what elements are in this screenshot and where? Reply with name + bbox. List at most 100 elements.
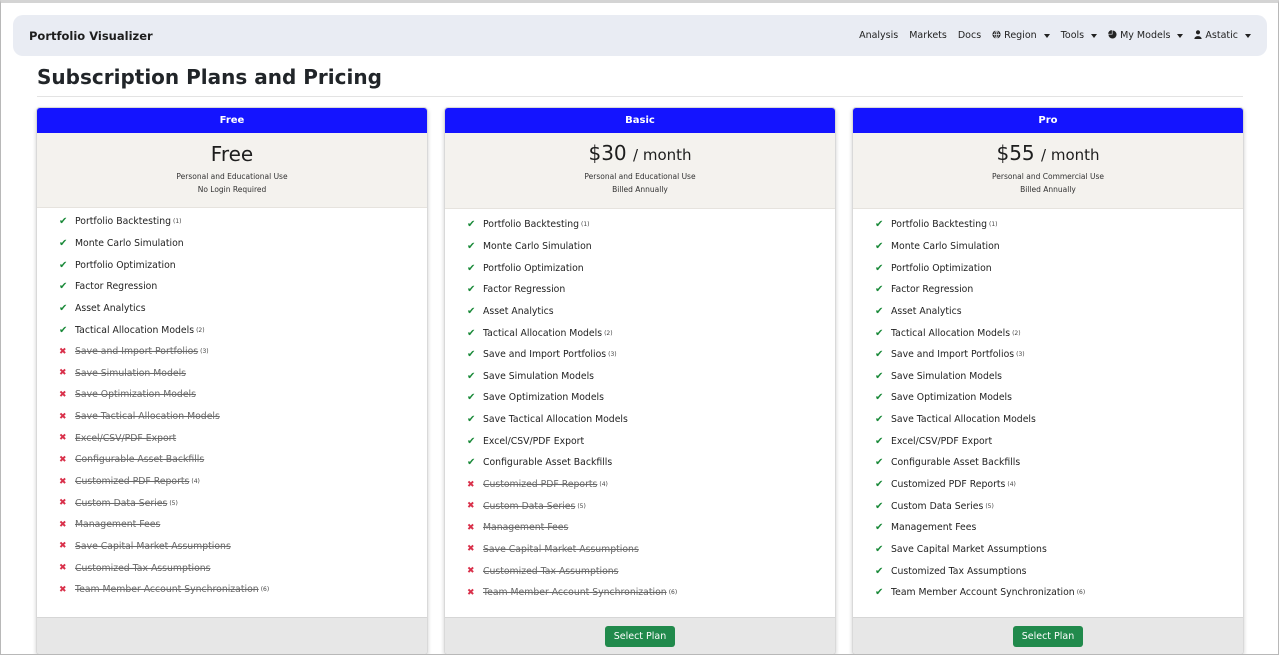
plan-price-box: $30 / month Personal and Educational Use…	[445, 133, 835, 209]
top-navbar: Portfolio Visualizer Analysis Markets Do…	[13, 15, 1267, 56]
feature-label: Customized Tax Assumptions	[75, 562, 211, 574]
feature-label: Excel/CSV/PDF Export	[75, 432, 177, 444]
globe-icon	[992, 29, 1001, 42]
feature-item: ✔ Save Optimization Models	[875, 387, 1243, 409]
feature-item: ✔ Save Simulation Models	[467, 365, 835, 387]
feature-item: ✖ Team Member Account Synchronization (6)	[59, 579, 427, 601]
check-icon: ✔	[875, 479, 884, 490]
feature-item: ✖ Customized PDF Reports (4)	[59, 471, 427, 493]
check-icon: ✔	[467, 392, 476, 404]
brand-link[interactable]: Portfolio Visualizer	[29, 29, 153, 43]
check-icon: ✔	[875, 219, 884, 231]
feature-item: ✔ Portfolio Backtesting (1)	[875, 214, 1243, 236]
plan-usage: Personal and Educational Use	[584, 172, 696, 181]
feature-label: Customized PDF Reports	[483, 479, 598, 490]
plan-price: $30 / month	[445, 143, 835, 163]
footnote-marker: (4)	[599, 481, 608, 488]
check-icon: ✔	[59, 281, 68, 293]
feature-label: Factor Regression	[891, 284, 974, 296]
x-icon: ✖	[467, 587, 475, 598]
nav-analysis[interactable]: Analysis	[859, 30, 898, 41]
x-icon: ✖	[467, 501, 475, 512]
feature-label: Portfolio Optimization	[891, 262, 992, 274]
feature-item: ✔ Asset Analytics	[875, 301, 1243, 323]
nav-label: Docs	[957, 30, 982, 41]
x-icon: ✖	[59, 541, 67, 552]
price-period: / month	[1041, 146, 1100, 164]
feature-label: Custom Data Series	[483, 500, 576, 512]
feature-item: ✔ Customized PDF Reports (4)	[875, 474, 1243, 496]
check-icon: ✔	[875, 262, 884, 274]
plan-name: Pro	[853, 108, 1243, 133]
feature-item: ✔ Save Simulation Models	[875, 365, 1243, 387]
feature-list: ✔ Portfolio Backtesting (1) ✔ Monte Carlo Si…	[853, 209, 1243, 604]
feature-item: ✔ Asset Analytics	[467, 301, 835, 323]
feature-list: ✔ Portfolio Backtesting (1) ✔ Monte Carlo Si…	[445, 209, 835, 604]
feature-item: ✖ Save Capital Market Assumptions	[467, 539, 835, 561]
check-icon: ✔	[467, 327, 476, 339]
check-icon: ✔	[875, 522, 884, 534]
check-icon: ✔	[875, 500, 884, 512]
title-divider	[37, 96, 1243, 97]
chevron-down-icon	[1043, 33, 1050, 38]
nav-tools-dropdown[interactable]: Tools	[1060, 30, 1098, 41]
select-plan-basic-button[interactable]: Select Plan	[604, 625, 676, 647]
feature-item: ✖ Configurable Asset Backfills	[59, 449, 427, 471]
feature-item: ✔ Portfolio Backtesting (1)	[59, 211, 427, 233]
feature-label: Management Fees	[891, 522, 977, 534]
nav-label: Tools	[1060, 30, 1085, 41]
pricing-plans: Free Free Personal and Educational Use N…	[36, 107, 1244, 654]
feature-label: Asset Analytics	[891, 305, 962, 317]
footnote-marker: (6)	[1076, 589, 1086, 597]
x-icon: ✖	[59, 519, 67, 530]
check-icon: ✔	[467, 262, 476, 274]
nav-label: Region	[1004, 30, 1037, 41]
x-icon: ✖	[59, 498, 67, 509]
nav-user-dropdown[interactable]: Astatic	[1194, 29, 1251, 42]
check-icon: ✔	[59, 324, 68, 336]
check-icon: ✔	[467, 457, 476, 469]
check-icon: ✔	[467, 305, 476, 317]
feature-item: ✖ Custom Data Series (5)	[59, 492, 427, 514]
feature-item: ✔ Tactical Allocation Models (2)	[467, 322, 835, 344]
check-icon: ✔	[875, 392, 884, 404]
feature-label: Factor Regression	[483, 284, 566, 296]
feature-item: ✖ Customized PDF Reports (4)	[467, 474, 835, 496]
footnote-marker: (3)	[200, 348, 209, 356]
nav-my-models-dropdown[interactable]: My Models	[1108, 29, 1184, 42]
plan-price: $55 / month	[853, 143, 1243, 163]
nav-label: My Models	[1120, 30, 1171, 41]
price-value: $30	[588, 141, 627, 165]
feature-item: ✔ Save and Import Portfolios (3)	[467, 344, 835, 366]
browser-frame: Portfolio Visualizer Analysis Markets Do…	[0, 0, 1279, 655]
nav-docs[interactable]: Docs	[958, 30, 981, 41]
check-icon: ✔	[59, 302, 68, 314]
feature-item: ✔ Monte Carlo Simulation	[59, 233, 427, 255]
check-icon: ✔	[875, 414, 884, 426]
check-icon: ✔	[59, 216, 68, 228]
chevron-down-icon	[1091, 33, 1098, 38]
nav-menu: Analysis Markets Docs Region Tools My Mo…	[859, 29, 1251, 42]
plan-price: Free	[37, 144, 427, 164]
feature-item: ✔ Tactical Allocation Models (2)	[875, 322, 1243, 344]
feature-item: ✔ Team Member Account Synchronization (6)	[875, 582, 1243, 604]
check-icon: ✔	[467, 349, 476, 361]
feature-item: ✔ Save and Import Portfolios (3)	[875, 344, 1243, 366]
feature-label: Save Capital Market Assumptions	[483, 543, 639, 555]
nav-markets[interactable]: Markets	[909, 30, 947, 41]
feature-label: Portfolio Optimization	[75, 259, 176, 271]
x-icon: ✖	[467, 566, 475, 577]
plan-usage: Personal and Educational Use	[176, 172, 288, 181]
feature-item: ✔ Portfolio Optimization	[59, 254, 427, 276]
feature-label: Tactical Allocation Models	[891, 327, 1011, 339]
feature-label: Save Optimization Models	[75, 389, 196, 401]
check-icon: ✔	[875, 543, 884, 555]
check-icon: ✔	[467, 284, 476, 296]
x-icon: ✖	[59, 476, 67, 487]
feature-item: ✔ Save Tactical Allocation Models	[467, 409, 835, 431]
select-plan-pro-button[interactable]: Select Plan	[1012, 625, 1084, 647]
feature-item: ✔ Monte Carlo Simulation	[875, 236, 1243, 258]
chevron-down-icon	[1177, 33, 1184, 38]
feature-item: ✔ Save Capital Market Assumptions	[875, 539, 1243, 561]
nav-region-dropdown[interactable]: Region	[992, 29, 1050, 42]
